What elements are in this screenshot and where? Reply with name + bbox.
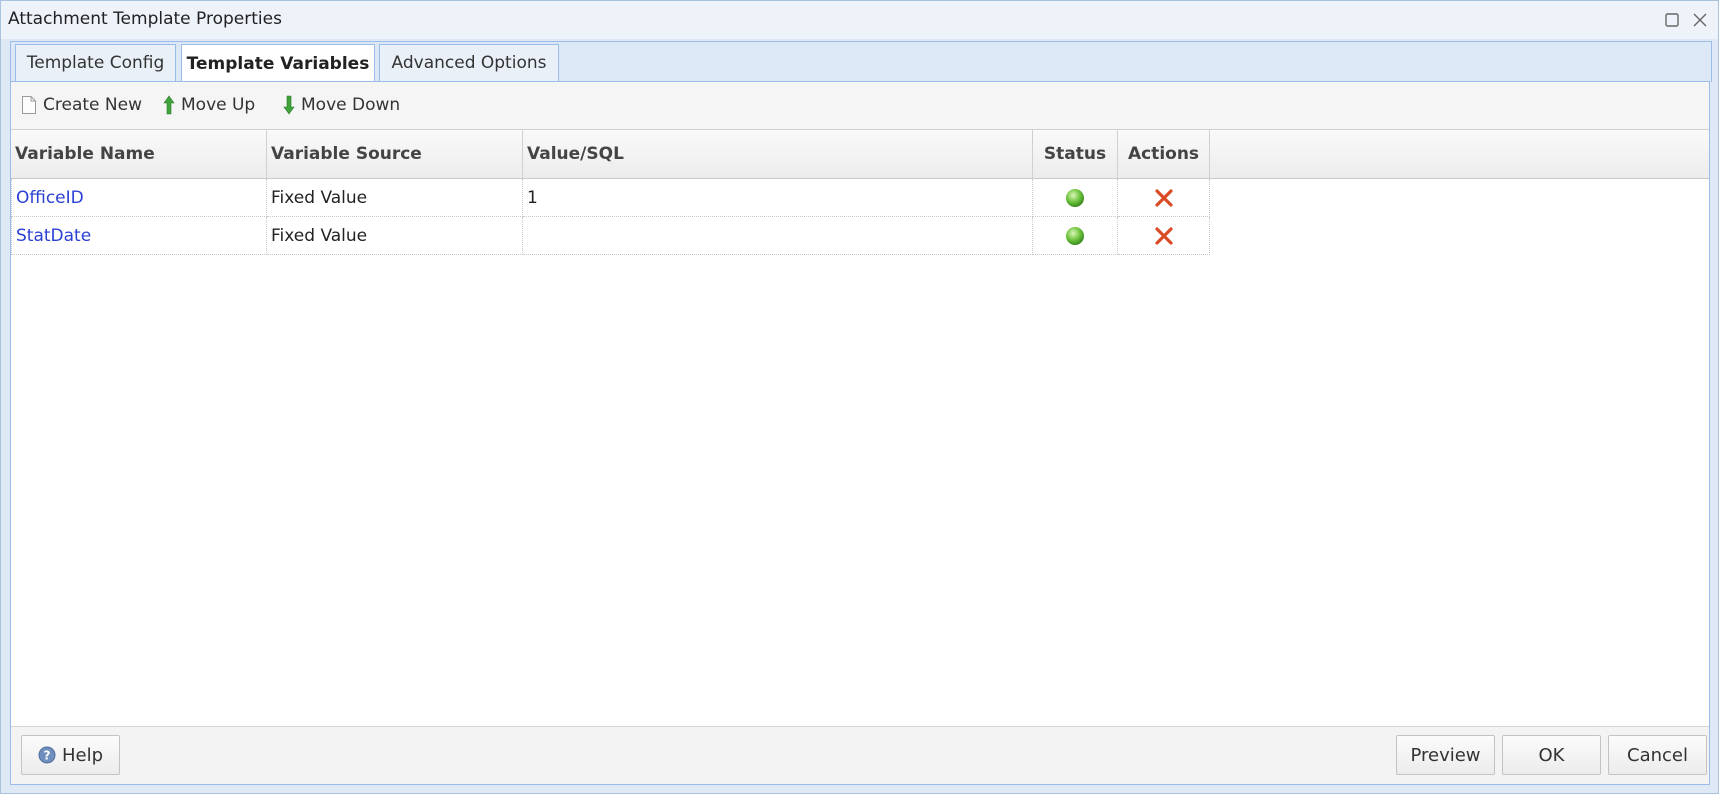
actions-cell <box>1118 179 1210 217</box>
green-status-dot-icon <box>1066 188 1084 207</box>
move-down-button[interactable]: Move Down <box>283 92 400 118</box>
dialog-titlebar: Attachment Template Properties <box>1 1 1718 39</box>
create-new-button[interactable]: Create New <box>21 92 142 118</box>
dialog-footer: ? Help Preview OK Cancel <box>11 726 1709 784</box>
grid-body: OfficeID Fixed Value 1 StatDate Fixed Va… <box>11 179 1709 255</box>
column-header-value-sql[interactable]: Value/SQL <box>523 130 1033 178</box>
table-row[interactable]: StatDate Fixed Value <box>11 217 1210 255</box>
column-header-actions[interactable]: Actions <box>1118 130 1210 178</box>
tab-advanced-options[interactable]: Advanced Options <box>379 44 559 81</box>
move-up-button[interactable]: Move Up <box>163 92 255 118</box>
move-down-label: Move Down <box>301 95 401 115</box>
column-header-variable-source[interactable]: Variable Source <box>267 130 523 178</box>
actions-cell <box>1118 217 1210 255</box>
value-sql-cell: 1 <box>523 179 1033 217</box>
status-cell <box>1033 179 1118 217</box>
variable-source-cell: Fixed Value <box>267 179 523 217</box>
variable-source-cell: Fixed Value <box>267 217 523 255</box>
red-x-delete-icon[interactable] <box>1154 226 1174 246</box>
template-variables-panel: Create New Move Up Move Down Variable Na… <box>10 81 1710 785</box>
variable-name-link[interactable]: OfficeID <box>11 179 267 217</box>
status-cell <box>1033 217 1118 255</box>
help-label: Help <box>61 744 104 766</box>
help-button[interactable]: ? Help <box>21 735 120 775</box>
svg-text:?: ? <box>43 749 50 763</box>
help-question-icon: ? <box>38 746 56 764</box>
column-header-status[interactable]: Status <box>1033 130 1118 178</box>
move-up-label: Move Up <box>181 95 256 115</box>
attachment-template-dialog: Attachment Template Properties Template … <box>0 0 1719 794</box>
red-x-delete-icon[interactable] <box>1154 188 1174 208</box>
document-icon <box>22 96 36 114</box>
tab-template-variables[interactable]: Template Variables <box>181 44 375 82</box>
close-icon[interactable] <box>1689 9 1711 31</box>
arrow-down-icon <box>283 95 295 115</box>
column-header-variable-name[interactable]: Variable Name <box>11 130 267 178</box>
preview-button[interactable]: Preview <box>1396 735 1495 775</box>
ok-button[interactable]: OK <box>1502 735 1601 775</box>
tab-template-config[interactable]: Template Config <box>15 44 176 81</box>
cancel-button[interactable]: Cancel <box>1608 735 1707 775</box>
value-sql-cell <box>523 217 1033 255</box>
grid-toolbar: Create New Move Up Move Down <box>11 82 1709 130</box>
maximize-icon[interactable] <box>1661 9 1683 31</box>
green-status-dot-icon <box>1066 226 1084 245</box>
variable-name-link[interactable]: StatDate <box>11 217 267 255</box>
grid-header: Variable Name Variable Source Value/SQL … <box>11 130 1709 179</box>
table-row[interactable]: OfficeID Fixed Value 1 <box>11 179 1210 217</box>
create-new-label: Create New <box>43 95 142 115</box>
arrow-up-icon <box>163 95 175 115</box>
dialog-title: Attachment Template Properties <box>8 9 282 29</box>
tab-strip: Template Config Template Variables Advan… <box>10 41 1712 82</box>
